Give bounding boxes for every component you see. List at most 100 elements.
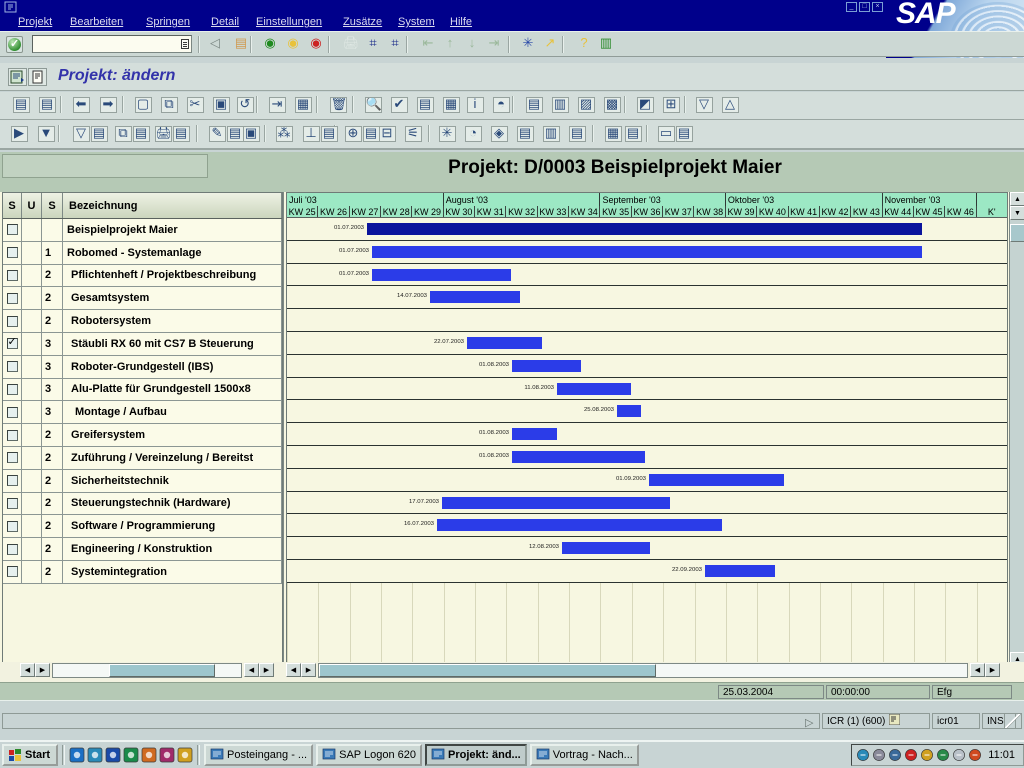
taskbar-button[interactable]: Vortrag - Nach... (529, 744, 639, 766)
access-icon[interactable] (159, 747, 175, 763)
gantt-bar[interactable] (367, 223, 922, 235)
table-hscroll-track[interactable] (52, 662, 242, 678)
next-icon[interactable]: ➡ (97, 95, 119, 115)
gantt-bar[interactable] (512, 450, 645, 463)
chart-scroll-left-button[interactable]: ◀ (286, 663, 301, 677)
new-session-icon[interactable]: ✳ (517, 35, 539, 55)
dropdown-arrow-icon[interactable]: ▼ (35, 124, 57, 144)
row-select-cell[interactable] (3, 401, 22, 424)
row-select-cell[interactable] (3, 355, 22, 378)
row-select-cell[interactable] (3, 241, 22, 264)
row-checkbox[interactable] (6, 543, 18, 555)
row-checkbox[interactable] (6, 497, 18, 509)
menu-item-projekt[interactable]: Projekt (18, 16, 52, 30)
chart-scroll-right-button[interactable]: ▶ (301, 663, 316, 677)
table-row[interactable]: 2 Robotersystem (3, 310, 282, 333)
capacity-icon[interactable]: ▤ (514, 124, 536, 144)
expand-icon[interactable]: △ (719, 95, 741, 115)
chart-row[interactable]: 01.08.2003 (287, 354, 1007, 378)
menu-item-hilfe[interactable]: Hilfe (450, 16, 472, 30)
gantt-bar[interactable] (512, 359, 581, 372)
filter-menu-icon[interactable]: ▤ (88, 124, 110, 144)
list-icon[interactable]: ▤ (566, 124, 588, 144)
taskbar-button[interactable]: Projekt: änd... (424, 744, 527, 766)
row-select-cell[interactable] (3, 287, 22, 310)
scroll-down-button[interactable]: ▼ (1010, 206, 1024, 220)
create-icon[interactable]: ▤ (10, 95, 32, 115)
table-row[interactable]: 2 Pflichtenheft / Projektbeschreibung (3, 264, 282, 288)
resource-menu-icon[interactable]: ▤ (318, 124, 340, 144)
gantt-bar[interactable] (437, 519, 722, 532)
shortcut-icon[interactable]: ↗ (539, 35, 561, 55)
gantt-bar[interactable] (512, 428, 557, 441)
row-select-cell[interactable] (3, 310, 22, 332)
taskbar-button[interactable]: SAP Logon 620 (316, 744, 422, 766)
chart-row[interactable]: 12.08.2003 (287, 537, 1007, 560)
row-checkbox[interactable] (6, 475, 18, 487)
row-checkbox[interactable] (6, 336, 18, 350)
minimize-button[interactable]: _ (846, 2, 857, 12)
network-graphic-icon[interactable]: ◩ (634, 95, 656, 115)
milestone-icon[interactable]: ◈ (488, 124, 510, 144)
table-row[interactable]: 2 Sicherheitstechnik (3, 469, 282, 493)
highlight-icon[interactable]: ✳ (436, 124, 458, 144)
layout-menu-icon[interactable]: ▥ (595, 35, 617, 55)
antivirus-icon[interactable] (904, 748, 918, 762)
menu-item-zustze[interactable]: Zusätze (343, 16, 382, 30)
column-header-description[interactable]: Bezeichnung (63, 193, 282, 218)
table-row[interactable]: 2 Steuerungstechnik (Hardware) (3, 492, 282, 516)
chart-row[interactable]: 11.08.2003 (287, 377, 1007, 401)
paste-icon[interactable]: ▣ (210, 95, 232, 115)
row-checkbox[interactable] (6, 292, 18, 304)
row-select-cell[interactable] (3, 469, 22, 492)
help-icon[interactable]: ? (573, 35, 595, 55)
table-row[interactable]: 1 Robomed - Systemanlage (3, 241, 282, 265)
chart-row[interactable]: 22.07.2003 (287, 331, 1007, 355)
chart-row[interactable]: 16.07.2003 (287, 514, 1007, 538)
gantt-bar[interactable] (467, 336, 542, 349)
column-header-u[interactable]: U (22, 193, 42, 218)
printer-icon[interactable] (872, 748, 886, 762)
hierarchy-icon[interactable]: ⊞ (660, 95, 682, 115)
status-system[interactable]: ICR (1) (600) (822, 713, 930, 729)
row-checkbox[interactable] (6, 315, 18, 327)
gantt-bar[interactable] (617, 405, 641, 418)
tray-clock[interactable]: 11:01 (984, 749, 1019, 761)
chart-icon[interactable]: ▥ (549, 95, 571, 115)
cut-icon[interactable]: ✂ (184, 95, 206, 115)
worklist-icon[interactable]: ▩ (601, 95, 623, 115)
taskbar-button[interactable]: Posteingang - ... (204, 744, 314, 766)
row-select-cell[interactable] (3, 446, 22, 469)
sap-window-icon[interactable] (3, 0, 19, 14)
copy-icon[interactable]: ⧉ (158, 95, 180, 115)
system-menu-icon[interactable] (888, 713, 901, 728)
chart-scroll-right-button-2[interactable]: ▶ (985, 663, 1000, 677)
table-row[interactable]: Beispielprojekt Maier (3, 219, 282, 242)
command-input[interactable] (33, 37, 179, 51)
enter-ok-button[interactable]: ✓ (6, 36, 23, 53)
table-row[interactable]: 3 Montage / Aufbau (3, 401, 282, 425)
column-header-select[interactable]: S (3, 193, 22, 218)
documents-icon[interactable]: ▤ (523, 95, 545, 115)
shield-icon[interactable] (936, 748, 950, 762)
chart-row[interactable]: 14.07.2003 (287, 286, 1007, 310)
word-icon[interactable] (105, 747, 121, 763)
previous-icon[interactable]: ⬅ (70, 95, 92, 115)
gantt-bar[interactable] (562, 542, 650, 555)
row-select-cell[interactable] (3, 515, 22, 538)
network-icon[interactable]: ⁂ (273, 124, 295, 144)
table-icon[interactable]: ▦ (292, 95, 314, 115)
notes-icon[interactable]: ▨ (575, 95, 597, 115)
zoom-check-icon[interactable]: 🔍 (362, 95, 384, 115)
row-select-cell[interactable] (3, 219, 22, 241)
back-arrow-icon[interactable]: ◁ (204, 35, 226, 55)
table-row[interactable]: 3Stäubli RX 60 mit CS7 B Steuerung (3, 332, 282, 356)
powerpoint-icon[interactable] (141, 747, 157, 763)
command-field[interactable] (32, 35, 192, 53)
info-icon[interactable]: i (464, 95, 486, 115)
confirm-icon[interactable]: ✔ (388, 95, 410, 115)
find-icon[interactable]: ⌗ (362, 35, 384, 55)
row-checkbox[interactable] (6, 452, 18, 464)
calculate-icon[interactable]: ▦ (440, 95, 462, 115)
date-icon[interactable]: ▤ (414, 95, 436, 115)
